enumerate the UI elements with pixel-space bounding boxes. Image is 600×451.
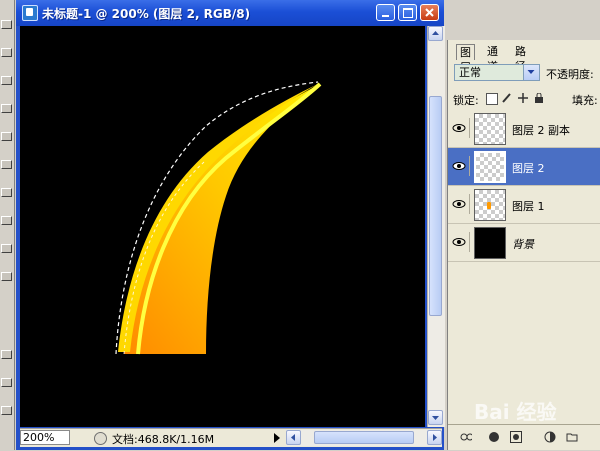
arrow-down-icon xyxy=(432,416,439,420)
blend-mode-select[interactable]: 正常 xyxy=(454,64,540,81)
lock-move-icon[interactable] xyxy=(518,93,528,103)
layer-name: 背景 xyxy=(512,238,534,251)
layer-row[interactable]: 图层 2 副本 xyxy=(448,110,600,148)
tool-button[interactable] xyxy=(1,272,12,281)
tool-button[interactable] xyxy=(1,406,12,415)
tool-button[interactable] xyxy=(1,188,12,197)
layers-palette: 图层 通道 路径 正常 不透明度: 锁定: 填充: 图层 2 副本 图层 2 xyxy=(447,40,600,450)
layer-row-selected[interactable]: 图层 2 xyxy=(448,148,600,186)
layer-thumbnail xyxy=(474,113,506,145)
status-menu-icon[interactable] xyxy=(94,432,107,445)
horn-shape xyxy=(124,84,320,354)
layer-name: 图层 2 副本 xyxy=(512,124,570,137)
layer-thumbnail xyxy=(474,189,506,221)
layer-visibility-toggle[interactable] xyxy=(451,232,470,252)
scroll-down-button[interactable] xyxy=(428,410,443,425)
layer-visibility-toggle[interactable] xyxy=(451,118,470,138)
document-title: 未标题-1 @ 200% (图层 2, RGB/8) xyxy=(42,7,251,21)
layer-style-icon[interactable] xyxy=(488,431,500,443)
layer-thumbnail xyxy=(474,151,506,183)
close-button[interactable] xyxy=(420,4,439,21)
layer-thumbnail xyxy=(474,227,506,259)
horizontal-scrollbar[interactable] xyxy=(286,430,442,446)
lock-brush-icon[interactable] xyxy=(502,93,512,103)
tool-button[interactable] xyxy=(1,48,12,57)
scroll-up-button[interactable] xyxy=(428,26,443,41)
blend-mode-value: 正常 xyxy=(459,66,481,79)
tool-button[interactable] xyxy=(1,20,12,29)
document-window: 未标题-1 @ 200% (图层 2, RGB/8) 200% 文档:468.8… xyxy=(16,0,445,450)
document-titlebar[interactable]: 未标题-1 @ 200% (图层 2, RGB/8) xyxy=(16,0,444,26)
layer-thumbnail-content xyxy=(487,202,491,209)
lock-label: 锁定: xyxy=(453,94,479,107)
lock-all-icon[interactable] xyxy=(534,93,544,103)
scroll-left-button[interactable] xyxy=(286,430,301,445)
watermark: Bai 经验 xyxy=(474,400,557,424)
layer-row[interactable]: 背景 xyxy=(448,224,600,262)
artwork xyxy=(115,81,322,355)
eye-icon xyxy=(452,238,466,246)
maximize-icon xyxy=(403,8,413,18)
chevron-down-icon xyxy=(527,70,535,74)
tool-button[interactable] xyxy=(1,378,12,387)
status-bar: 200% 文档:468.8K/1.16M xyxy=(20,428,442,447)
zoom-level-field[interactable]: 200% xyxy=(20,430,70,445)
tab-paths[interactable]: 路径 xyxy=(512,44,529,73)
maximize-button[interactable] xyxy=(398,4,417,21)
arrow-up-icon xyxy=(432,31,439,35)
eye-icon xyxy=(452,162,466,170)
scroll-thumb-horizontal[interactable] xyxy=(314,431,414,444)
tool-button[interactable] xyxy=(1,244,12,253)
opacity-label: 不透明度: xyxy=(546,68,594,81)
palette-button-bar xyxy=(448,424,600,451)
lock-transparency-icon[interactable] xyxy=(486,93,498,105)
layer-group-icon[interactable] xyxy=(566,431,578,443)
scroll-right-button[interactable] xyxy=(427,430,442,445)
tab-channels[interactable]: 通道 xyxy=(484,44,501,73)
tool-button[interactable] xyxy=(1,350,12,359)
tool-button[interactable] xyxy=(1,160,12,169)
layer-visibility-toggle[interactable] xyxy=(451,194,470,214)
layer-mask-icon[interactable] xyxy=(510,431,522,443)
document-size-info: 文档:468.8K/1.16M xyxy=(112,433,215,446)
fill-label: 填充: xyxy=(572,94,598,107)
toolbox-strip xyxy=(0,0,15,450)
status-arrow-icon[interactable] xyxy=(272,432,282,444)
tool-button[interactable] xyxy=(1,76,12,85)
tool-button[interactable] xyxy=(1,104,12,113)
minimize-icon xyxy=(382,15,389,17)
layer-name: 图层 2 xyxy=(512,162,545,175)
photoshop-document-icon xyxy=(22,5,38,21)
tab-layers[interactable]: 图层 xyxy=(456,44,475,74)
eye-icon xyxy=(452,124,466,132)
arrow-left-icon xyxy=(291,434,295,441)
layer-visibility-toggle[interactable] xyxy=(451,156,470,176)
layer-name: 图层 1 xyxy=(512,200,545,213)
blend-mode-dropdown-button[interactable] xyxy=(523,65,539,80)
tool-button[interactable] xyxy=(1,132,12,141)
scroll-thumb-vertical[interactable] xyxy=(429,96,442,316)
vertical-scrollbar[interactable] xyxy=(427,26,445,427)
link-layers-icon[interactable] xyxy=(460,431,472,443)
eye-icon xyxy=(452,200,466,208)
adjustment-layer-icon[interactable] xyxy=(544,431,556,443)
layer-row[interactable]: 图层 1 xyxy=(448,186,600,224)
tool-button[interactable] xyxy=(1,216,12,225)
document-canvas[interactable] xyxy=(20,26,425,427)
arrow-right-icon xyxy=(433,434,437,441)
minimize-button[interactable] xyxy=(376,4,395,21)
close-icon xyxy=(425,8,434,17)
